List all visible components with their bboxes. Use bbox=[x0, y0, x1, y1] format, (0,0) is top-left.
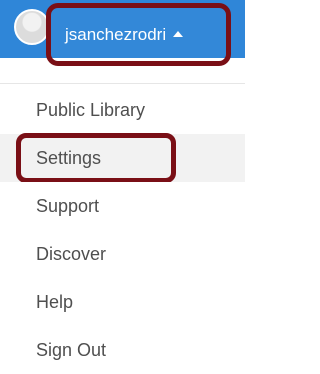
top-bar: jsanchezrodri bbox=[0, 0, 245, 86]
menu-item-support[interactable]: Support bbox=[0, 182, 245, 230]
menu-item-label: Help bbox=[36, 291, 74, 312]
caret-up-icon bbox=[173, 30, 184, 37]
user-menu: Public Library Settings Support Discover… bbox=[0, 86, 245, 374]
menu-item-label: Sign Out bbox=[36, 339, 107, 360]
divider bbox=[0, 83, 245, 84]
user-dropdown-toggle[interactable]: jsanchezrodri bbox=[46, 3, 231, 66]
menu-item-discover[interactable]: Discover bbox=[0, 230, 245, 278]
menu-item-label: Discover bbox=[36, 243, 107, 264]
menu-item-settings[interactable]: Settings bbox=[0, 133, 245, 183]
menu-item-public-library[interactable]: Public Library bbox=[0, 86, 245, 134]
avatar[interactable] bbox=[14, 9, 50, 45]
menu-item-label: Public Library bbox=[36, 99, 146, 120]
menu-item-label: Settings bbox=[36, 147, 102, 168]
menu-item-help[interactable]: Help bbox=[0, 278, 245, 326]
menu-item-sign-out[interactable]: Sign Out bbox=[0, 326, 245, 374]
menu-item-label: Support bbox=[36, 195, 100, 216]
username-label: jsanchezrodri bbox=[65, 24, 167, 44]
